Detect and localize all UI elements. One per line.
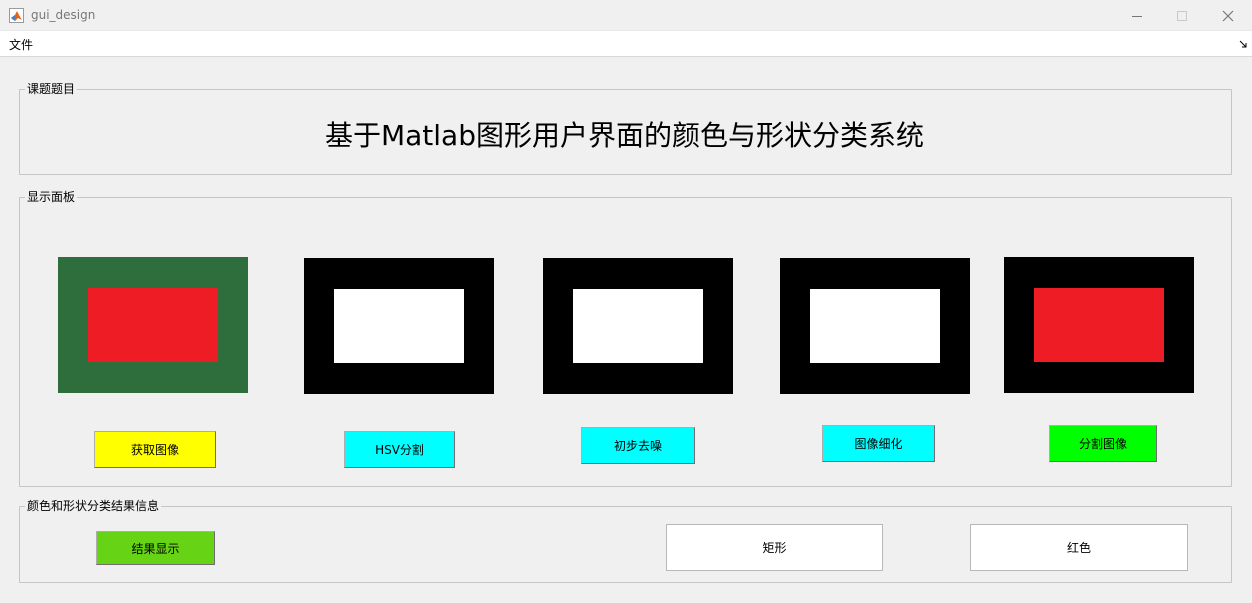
hsv-segmented-image	[304, 258, 494, 394]
maximize-button[interactable]	[1159, 0, 1205, 31]
hsv-segment-button[interactable]: HSV分割	[344, 431, 455, 468]
close-icon	[1222, 10, 1234, 21]
thinned-image	[780, 258, 970, 394]
minimize-button[interactable]	[1114, 0, 1160, 31]
maximize-icon	[1177, 10, 1187, 21]
shape-result-field: 矩形	[666, 524, 883, 571]
original-image	[58, 257, 248, 393]
display-panel-label: 显示面板	[25, 189, 78, 205]
minimize-icon	[1132, 15, 1142, 17]
menu-bar: 文件	[0, 31, 1252, 57]
page-title: 基于Matlab图形用户界面的颜色与形状分类系统	[324, 119, 924, 152]
show-result-button[interactable]: 结果显示	[96, 531, 215, 565]
menu-item-file[interactable]: 文件	[9, 36, 33, 53]
original-image-object	[88, 288, 218, 362]
color-result-field: 红色	[970, 524, 1188, 571]
window-titlebar: gui_design	[0, 0, 1252, 31]
result-panel-label: 颜色和形状分类结果信息	[25, 498, 162, 514]
topic-panel-label: 课题题目	[25, 81, 78, 97]
toolbar-expand-icon[interactable]	[1239, 37, 1247, 51]
thin-image-button[interactable]: 图像细化	[822, 425, 935, 462]
denoised-image	[543, 258, 733, 394]
close-button[interactable]	[1205, 0, 1251, 31]
segmented-image	[1004, 257, 1194, 393]
denoised-image-object	[573, 289, 703, 363]
thinned-image-object	[810, 289, 940, 363]
hsv-image-object	[334, 289, 464, 363]
denoise-button[interactable]: 初步去噪	[581, 427, 695, 464]
segment-image-button[interactable]: 分割图像	[1049, 425, 1157, 462]
window-title: gui_design	[31, 8, 96, 22]
topic-panel: 课题题目 基于Matlab图形用户界面的颜色与形状分类系统	[19, 81, 1232, 175]
segmented-image-object	[1034, 288, 1164, 362]
matlab-app-icon	[9, 8, 24, 23]
get-image-button[interactable]: 获取图像	[94, 431, 216, 468]
